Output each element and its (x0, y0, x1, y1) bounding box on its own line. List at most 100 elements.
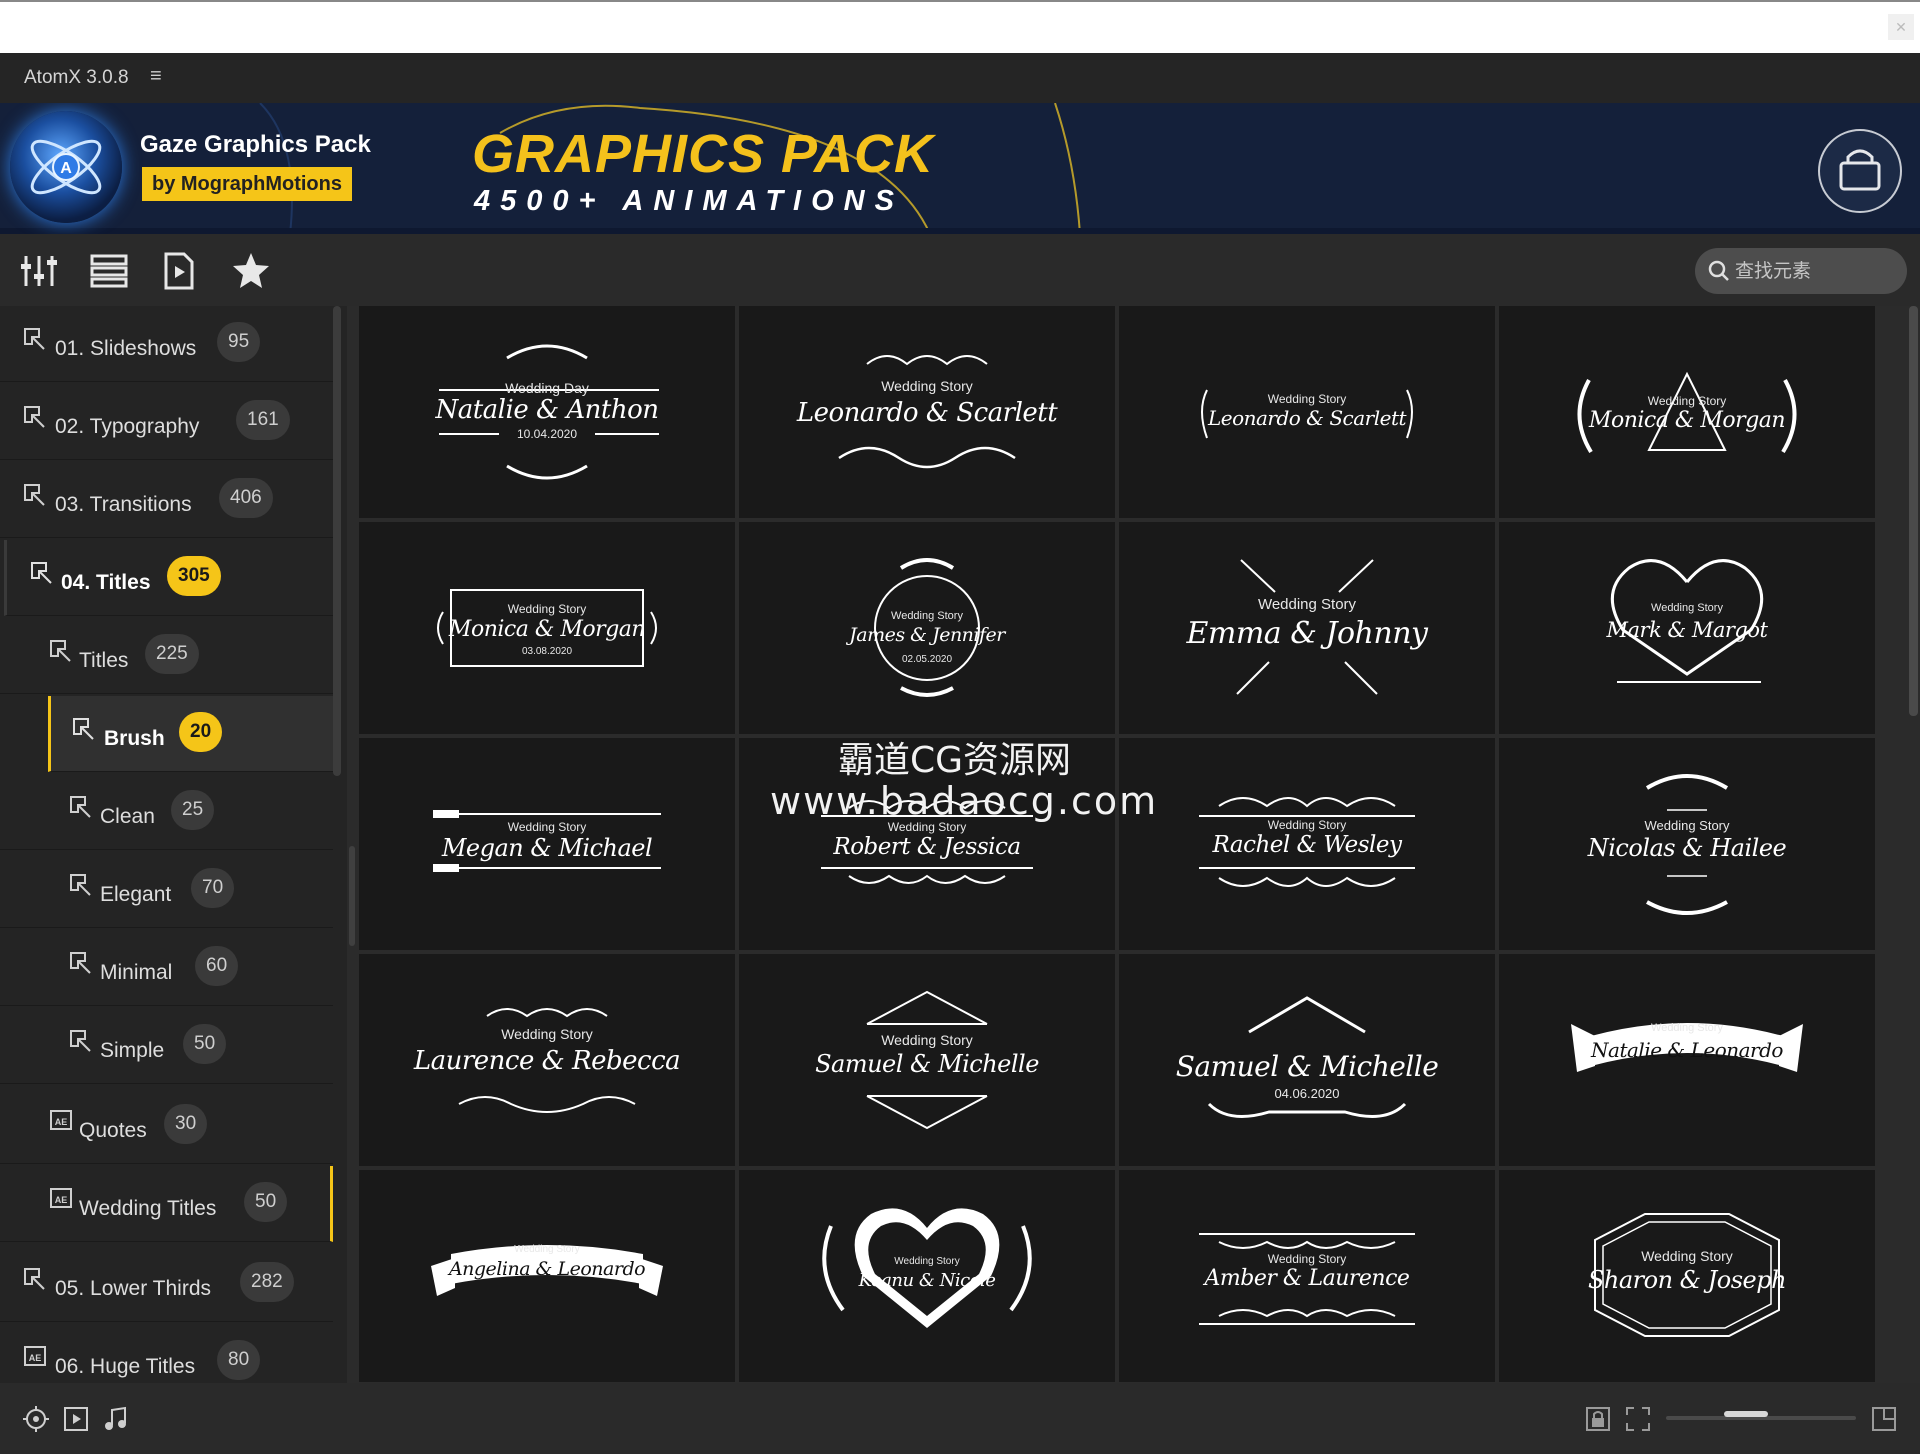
sidebar-item-elegant[interactable]: Elegant 70 (0, 852, 333, 928)
sidebar-item-label: 01. Slideshows (55, 337, 197, 360)
sidebar-item-brush[interactable]: Brush 20 (48, 696, 333, 772)
svg-text:A: A (60, 160, 72, 177)
shop-bag-button[interactable] (1818, 129, 1902, 213)
tile-names: Samuel & Michelle (1175, 1050, 1439, 1083)
tile-caption: Wedding Story (507, 820, 587, 834)
list-view-icon[interactable] (88, 250, 130, 292)
preview-tile[interactable]: Wedding Story Nicolas & Hailee (1499, 738, 1875, 950)
sidebar-item-simple[interactable]: Simple 50 (0, 1008, 333, 1084)
sidebar-item-lower-thirds[interactable]: 05. Lower Thirds 282 (0, 1246, 333, 1322)
search-box[interactable] (1695, 248, 1907, 294)
tile-caption: Wedding Story (1651, 1022, 1723, 1034)
hamburger-menu-icon[interactable]: ≡ (150, 65, 162, 88)
tile-names: Monica & Morgan (1588, 408, 1786, 433)
count-badge: 406 (219, 478, 273, 518)
preview-tile[interactable]: Wedding Story Angelina & Leonardo (359, 1170, 735, 1382)
search-input[interactable] (1735, 256, 1895, 286)
sidebar-scrollbar[interactable] (333, 306, 341, 776)
pack-author-badge: by MographMotions (142, 167, 352, 201)
preview-tile[interactable]: Wedding Story Mark & Margot (1499, 522, 1875, 734)
fit-view-icon[interactable] (1624, 1405, 1652, 1433)
splitter-handle[interactable] (349, 846, 355, 946)
folder-icon (70, 1030, 91, 1052)
sidebar-item-label: Quotes (79, 1119, 147, 1142)
music-note-icon[interactable] (102, 1405, 130, 1433)
preview-tile[interactable]: Wedding Story Monica & Morgan 03.08.2020 (359, 522, 735, 734)
app-title: AtomX 3.0.8 (24, 67, 129, 88)
sidebar-item-label: 03. Transitions (55, 493, 192, 516)
svg-text:AE: AE (29, 1353, 42, 1363)
sidebar-item-label: Minimal (100, 961, 173, 984)
sidebar-item-wedding-titles[interactable]: AE Wedding Titles 50 (0, 1166, 333, 1242)
preview-tile[interactable]: Wedding Day Natalie & Anthon 10.04.2020 (359, 306, 735, 518)
preview-tile[interactable]: Wedding Story Keanu & Nicole (739, 1170, 1115, 1382)
video-file-icon[interactable] (158, 250, 200, 292)
app-window: AtomX 3.0.8 ≡ A Gaze Graphics Pack by Mo… (0, 53, 1920, 1454)
folder-icon (31, 562, 52, 584)
shopping-bag-icon (1839, 149, 1881, 191)
preview-tile[interactable]: Wedding Story Emma & Johnny (1119, 522, 1495, 734)
preview-tile[interactable]: Wedding Story Amber & Laurence (1119, 1170, 1495, 1382)
preview-tile[interactable]: Wedding Story Samuel & Michelle (739, 954, 1115, 1166)
tile-names: Amber & Laurence (1204, 1266, 1410, 1291)
count-badge: 305 (167, 556, 221, 596)
preview-tile[interactable]: Wedding Story Leonardo & Scarlett (739, 306, 1115, 518)
ae-file-icon: AE (24, 1346, 46, 1366)
sidebar-item-slideshows[interactable]: 01. Slideshows 95 (0, 306, 333, 382)
tile-names: Sharon & Joseph (1587, 1266, 1787, 1294)
count-badge: 30 (164, 1104, 208, 1144)
title-bar: AtomX 3.0.8 ≡ (0, 53, 1920, 103)
sidebar-item-label: 05. Lower Thirds (55, 1277, 212, 1300)
sidebar-item-titles-group[interactable]: 04. Titles 305 (4, 540, 337, 616)
tile-names: Leonardo & Scarlett (1207, 406, 1407, 430)
sidebar-item-clean[interactable]: Clean 25 (0, 774, 333, 850)
grid-scrollbar[interactable] (1909, 306, 1918, 716)
sliders-icon[interactable] (18, 250, 60, 292)
slider-thumb[interactable] (1724, 1411, 1768, 1417)
pack-banner[interactable]: A Gaze Graphics Pack by MographMotions G… (0, 103, 1920, 234)
folder-icon (24, 1268, 45, 1290)
sidebar-item-label: Brush (104, 727, 165, 750)
tile-names: Rachel & Wesley (1212, 832, 1402, 858)
preview-grid-panel: Wedding Day Natalie & Anthon 10.04.2020 … (347, 306, 1920, 1383)
lock-icon[interactable] (1584, 1405, 1612, 1433)
preview-tile[interactable]: Wedding Story Sharon & Joseph (1499, 1170, 1875, 1382)
folder-icon (24, 484, 45, 506)
sidebar-item-huge-titles[interactable]: AE 06. Huge Titles 80 (0, 1324, 333, 1383)
sidebar-item-label: 04. Titles (61, 571, 151, 594)
preview-tile[interactable]: Samuel & Michelle 04.06.2020 (1119, 954, 1495, 1166)
target-icon[interactable] (22, 1405, 50, 1433)
preview-tile[interactable]: Wedding Story Natalie & Leonardo (1499, 954, 1875, 1166)
tile-caption: Wedding Story (1651, 602, 1723, 614)
count-badge: 282 (240, 1262, 294, 1302)
sidebar-item-typography[interactable]: 02. Typography 161 (0, 384, 333, 460)
folder-icon (24, 328, 45, 350)
sidebar-item-quotes[interactable]: AE Quotes 30 (0, 1088, 333, 1164)
tile-caption: Wedding Story (1267, 818, 1347, 832)
pack-name: Gaze Graphics Pack (140, 131, 371, 158)
play-icon[interactable] (62, 1405, 90, 1433)
tile-caption: Wedding Story (1641, 1248, 1733, 1264)
tile-names: James & Jennifer (849, 624, 1005, 646)
preview-tile[interactable]: Wedding Story Monica & Morgan (1499, 306, 1875, 518)
sidebar-item-minimal[interactable]: Minimal 60 (0, 930, 333, 1006)
tile-names: Monica & Morgan (448, 617, 646, 642)
expand-icon[interactable] (1870, 1405, 1898, 1433)
favorites-star-icon[interactable] (230, 250, 272, 292)
toolbar (0, 234, 1920, 306)
tile-caption: Wedding Story (1267, 392, 1347, 406)
tile-caption: Wedding Story (514, 1244, 580, 1255)
preview-tile[interactable]: Wedding Story Leonardo & Scarlett (1119, 306, 1495, 518)
count-badge: 50 (183, 1024, 227, 1064)
preview-tile[interactable]: Wedding Story Laurence & Rebecca (359, 954, 735, 1166)
tile-caption: Wedding Story (1257, 596, 1357, 613)
tile-names: Emma & Johnny (1186, 616, 1428, 651)
preview-tile[interactable]: Wedding Story Megan & Michael (359, 738, 735, 950)
sidebar-item-transitions[interactable]: 03. Transitions 406 (0, 462, 333, 538)
preview-tile[interactable]: Wedding Story Rachel & Wesley (1119, 738, 1495, 950)
preview-tile[interactable]: Wedding Story James & Jennifer 02.05.202… (739, 522, 1115, 734)
close-icon[interactable]: ✕ (1888, 14, 1914, 40)
sidebar-item-titles[interactable]: Titles 225 (0, 618, 333, 694)
tile-caption: Wedding Story (1647, 394, 1727, 408)
tile-caption: Wedding Story (881, 1032, 973, 1048)
